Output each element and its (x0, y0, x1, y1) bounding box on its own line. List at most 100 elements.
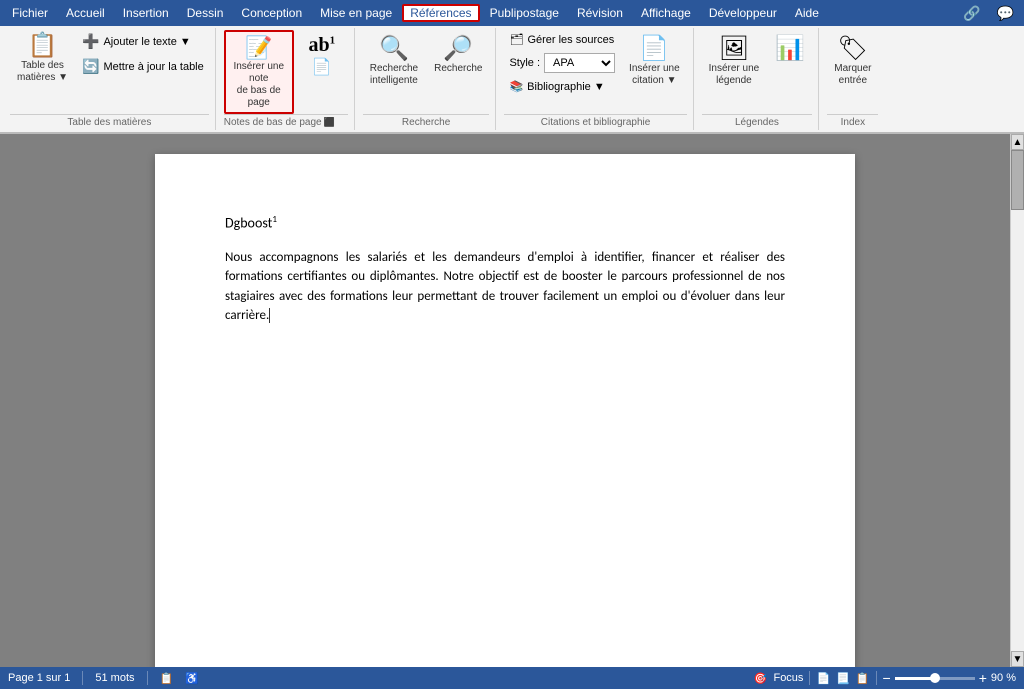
scroll-up-btn[interactable]: ▲ (1011, 134, 1024, 150)
note-label: Insérer une notede bas de page (232, 61, 286, 109)
group-index-items: 🏷 Marquerentrée (827, 30, 878, 114)
accessibility-icon[interactable]: ♿ (185, 672, 199, 685)
focus-label[interactable]: Focus (773, 672, 803, 684)
group-table-des-matieres: 📋 Table desmatières ▼ ➕ Ajouter le texte… (4, 28, 216, 130)
statusbar-right: 🎯 Focus 📄 📃 📋 − + 90 % (754, 670, 1016, 686)
group-toc-label: Table des matières (10, 114, 209, 128)
word-count[interactable]: 51 mots (95, 672, 134, 684)
document-body[interactable]: Nous accompagnons les salariés et les de… (225, 248, 785, 326)
zoom-minus-btn[interactable]: − (883, 670, 891, 686)
zoom-handle[interactable] (930, 673, 940, 683)
focus-icon[interactable]: 🎯 (754, 672, 768, 685)
sep3 (809, 671, 810, 685)
group-recherche-label: Recherche (363, 114, 490, 128)
scrollbar-vertical[interactable]: ▲ ▼ (1010, 134, 1024, 667)
add-text-icon: ➕ (82, 33, 99, 50)
group-citations: 🗂 Gérer les sources Style : APA MLA Chic… (498, 28, 693, 130)
menu-publipostage[interactable]: Publipostage (482, 4, 567, 22)
update-table-icon: 🔄 (82, 58, 99, 75)
scroll-track[interactable] (1011, 150, 1024, 651)
document-scroll[interactable]: Dgboost1 Nous accompagnons les salariés … (0, 134, 1010, 667)
scroll-down-btn[interactable]: ▼ (1011, 651, 1024, 667)
style-row: Style : APA MLA Chicago (504, 50, 620, 76)
menu-miseenpage[interactable]: Mise en page (312, 4, 400, 22)
recherche-label: Recherche (434, 63, 482, 75)
group-legendes-items: 🖼 Insérer unelégende 📊 (702, 30, 813, 114)
menu-revision[interactable]: Révision (569, 4, 631, 22)
btn-inserer-note-bas-page[interactable]: 📝 Insérer une notede bas de page (224, 30, 294, 114)
sep1 (82, 671, 83, 685)
zoom-control: − + 90 % (883, 670, 1016, 686)
group-index-label: Index (827, 114, 878, 128)
menu-references[interactable]: Références (402, 4, 479, 22)
ribbon: 📋 Table desmatières ▼ ➕ Ajouter le texte… (0, 26, 1024, 134)
btn-ajouter-texte[interactable]: ➕ Ajouter le texte ▼ (77, 30, 209, 53)
sep2 (147, 671, 148, 685)
btn-note-fin[interactable]: 📄 (296, 53, 348, 81)
toc-icon: 📋 (28, 34, 58, 58)
zoom-fill (895, 677, 935, 680)
menubar-right-actions: 🔗 💬 (957, 3, 1020, 24)
menu-fichier[interactable]: Fichier (4, 4, 56, 22)
comment-icon[interactable]: 💬 (991, 3, 1020, 24)
style-select[interactable]: APA MLA Chicago (544, 53, 615, 73)
recherche-intell-icon: 🔍 (379, 34, 409, 63)
renvoi-icon: 📊 (775, 34, 805, 63)
ribbon-content: 📋 Table desmatières ▼ ➕ Ajouter le texte… (0, 26, 1024, 132)
zoom-plus-btn[interactable]: + (979, 670, 987, 686)
sep4 (876, 671, 877, 685)
proofing-icon[interactable]: 📋 (160, 672, 174, 685)
btn-mettre-a-jour-table[interactable]: 🔄 Mettre à jour la table (77, 55, 209, 78)
btn-bibliographie[interactable]: 📚 Bibliographie ▼ (504, 77, 620, 96)
btn-table-des-matieres[interactable]: 📋 Table desmatières ▼ (10, 30, 75, 88)
menu-affichage[interactable]: Affichage (633, 4, 699, 22)
btn-recherche-intelligente[interactable]: 🔍 Rechercheintelligente (363, 30, 425, 91)
citation-icon: 📄 (639, 34, 669, 63)
btn-renvoi[interactable]: 📊 (768, 30, 812, 67)
recherche-icon: 🔎 (443, 34, 473, 63)
style-label: Style : (509, 57, 540, 69)
group-notes-bas-page: 📝 Insérer une notede bas de page ab1 📄 (218, 28, 355, 130)
group-index: 🏷 Marquerentrée Index (821, 28, 884, 130)
marquer-label: Marquerentrée (834, 63, 871, 87)
legende-icon: 🖼 (719, 34, 749, 63)
btn-inserer-legende[interactable]: 🖼 Insérer unelégende (702, 30, 767, 91)
menu-insertion[interactable]: Insertion (115, 4, 177, 22)
document-page: Dgboost1 Nous accompagnons les salariés … (155, 154, 855, 667)
legende-label: Insérer unelégende (709, 63, 760, 87)
zoom-track[interactable] (895, 677, 975, 680)
menu-conception[interactable]: Conception (233, 4, 310, 22)
group-notes-label: Notes de bas de page ⬛ (224, 114, 348, 128)
notes-dialog-icon[interactable]: ⬛ (324, 117, 335, 128)
share-icon[interactable]: 🔗 (957, 3, 986, 24)
text-cursor (269, 308, 270, 323)
gerer-sources-icon: 🗂 (509, 33, 523, 46)
view-icon-3[interactable]: 📋 (856, 672, 870, 685)
group-legendes-label: Légendes (702, 114, 813, 128)
page-indicator[interactable]: Page 1 sur 1 (8, 672, 70, 684)
group-legendes: 🖼 Insérer unelégende 📊 Légendes (696, 28, 820, 130)
menubar: Fichier Accueil Insertion Dessin Concept… (0, 0, 1024, 26)
menu-accueil[interactable]: Accueil (58, 4, 113, 22)
scroll-thumb[interactable] (1011, 150, 1024, 210)
zoom-level[interactable]: 90 % (991, 672, 1016, 684)
menu-developpeur[interactable]: Développeur (701, 4, 785, 22)
view-icon-1[interactable]: 📄 (816, 672, 830, 685)
add-text-label: Ajouter le texte ▼ (103, 36, 190, 48)
btn-marquer-entree[interactable]: 🏷 Marquerentrée (827, 30, 878, 91)
group-recherche-items: 🔍 Rechercheintelligente 🔎 Recherche (363, 30, 490, 114)
btn-recherche[interactable]: 🔎 Recherche (427, 30, 489, 79)
biblio-icon: 📚 (509, 80, 523, 93)
menu-dessin[interactable]: Dessin (179, 4, 232, 22)
view-icon-2[interactable]: 📃 (836, 672, 850, 685)
btn-toc-label: Table desmatières ▼ (17, 60, 68, 84)
document-title: Dgboost1 (225, 214, 785, 232)
doc-superscript: 1 (272, 214, 277, 225)
btn-gerer-sources[interactable]: 🗂 Gérer les sources (504, 30, 620, 49)
statusbar: Page 1 sur 1 51 mots 📋 ♿ 🎯 Focus 📄 📃 📋 −… (0, 667, 1024, 689)
menu-aide[interactable]: Aide (787, 4, 827, 22)
citation-label: Insérer unecitation ▼ (629, 63, 680, 87)
btn-inserer-citation[interactable]: 📄 Insérer unecitation ▼ (622, 30, 687, 91)
group-notes-items: 📝 Insérer une notede bas de page ab1 📄 (224, 30, 348, 114)
note-fin-icon: 📄 (312, 57, 332, 77)
